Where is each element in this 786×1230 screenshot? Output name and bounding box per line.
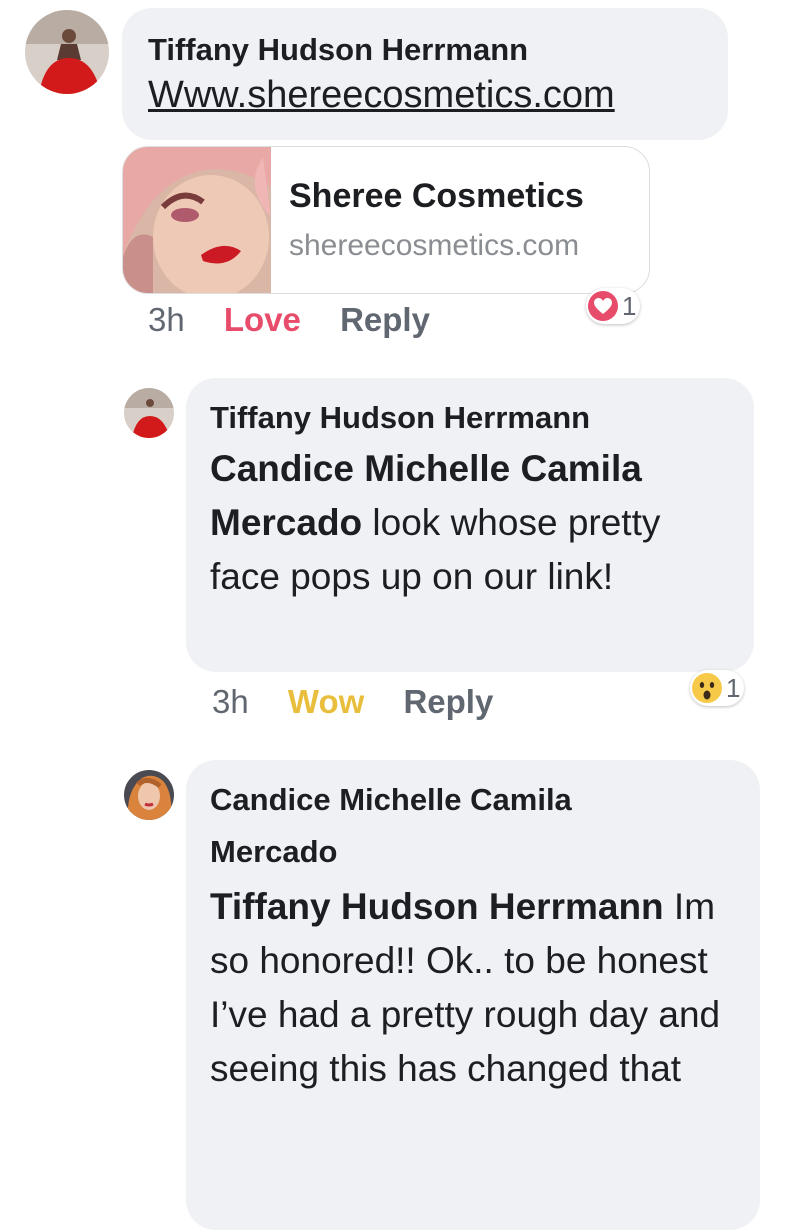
comment-timestamp: 3h (212, 683, 249, 720)
reply-button[interactable]: Reply (403, 682, 493, 722)
link-preview-title: Sheree Cosmetics (289, 177, 584, 215)
wow-face-icon (692, 673, 722, 703)
avatar[interactable] (25, 10, 109, 94)
reaction-count-badge[interactable]: 1 (586, 288, 641, 324)
avatar-photo (25, 10, 109, 94)
comment-text: Candice Michelle Camila Mercado look who… (210, 442, 730, 604)
wow-reaction-button[interactable]: Wow (288, 682, 364, 722)
reply-button[interactable]: Reply (340, 300, 430, 340)
avatar-photo (124, 770, 174, 820)
comment-bubble: Candice Michelle Camila Mercado Tiffany … (186, 760, 760, 1230)
reaction-count: 1 (726, 672, 741, 703)
avatar[interactable] (124, 388, 174, 438)
comment-text: Tiffany Hudson Herrmann Im so honored!! … (210, 880, 730, 1096)
comment-link[interactable]: Www.shereecosmetics.com (148, 70, 702, 120)
link-preview-domain: shereecosmetics.com (289, 229, 580, 262)
comment-bubble: Tiffany Hudson Herrmann Www.shereecosmet… (122, 8, 728, 140)
avatar-photo (124, 388, 174, 438)
link-preview-card[interactable]: Sheree Cosmetics shereecosmetics.com (122, 146, 650, 294)
comment-bubble: Tiffany Hudson Herrmann Candice Michelle… (186, 378, 754, 672)
comment-actions: 3h Love Reply (148, 300, 460, 340)
reaction-count: 1 (622, 290, 637, 321)
heart-icon (588, 291, 618, 321)
comment-timestamp: 3h (148, 301, 185, 338)
reaction-count-badge[interactable]: 1 (690, 670, 745, 706)
comment-author[interactable]: Tiffany Hudson Herrmann (148, 32, 702, 68)
comment-actions: 3h Wow Reply (212, 682, 523, 722)
link-preview-image (123, 147, 271, 293)
comment-author[interactable]: Candice Michelle Camila Mercado (210, 774, 680, 878)
comment-author[interactable]: Tiffany Hudson Herrmann (210, 400, 730, 436)
love-reaction-button[interactable]: Love (224, 300, 301, 340)
avatar[interactable] (124, 770, 174, 820)
mention-link[interactable]: Tiffany Hudson Herrmann (210, 886, 664, 927)
